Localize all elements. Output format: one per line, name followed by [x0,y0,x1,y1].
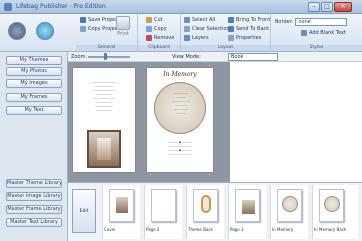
zoom-slider-track[interactable] [88,56,130,58]
layers-button[interactable]: Layers [184,35,209,41]
thumbnail-image [319,189,344,222]
add-text-icon [301,30,307,36]
border-select[interactable]: none [295,18,348,26]
scissors-icon [146,17,152,23]
layers-icon [184,35,190,41]
select-all-button[interactable]: Select All [184,17,215,23]
group-label: General [76,45,137,51]
sidebar-item-my-images[interactable]: My Images [6,79,62,88]
zoom-label: Zoom: [71,54,88,60]
border-control: Border: none [275,18,348,26]
sidebar-item-master-frame-library[interactable]: Master Frame Library [6,205,62,214]
window-title: Lifebag Publisher - Pro Edition [16,3,106,10]
remove-icon [146,35,152,41]
group-label: Styles [271,45,362,51]
copy-icon [146,26,152,32]
thumbnail-image [193,189,218,222]
view-toolbar: Zoom: View Mode: Book [68,52,362,62]
clear-selection-button[interactable]: Clear Selection [184,26,230,32]
thumbnail-cover[interactable]: Cover [102,185,140,239]
clipboard-group: Cut Copy Remove Clipboard [138,14,181,52]
send-to-back-button[interactable]: Send To Back [228,26,269,32]
view-mode-label: View Mode: [172,54,201,60]
wheel-text: ————— ——— —————— ———— ————— ——— [172,91,190,115]
thumbnail-image [151,189,176,222]
send-back-icon [228,26,234,32]
thumbnail-image [277,189,302,222]
bring-to-front-button[interactable]: Bring To Front [228,17,270,23]
properties-icon [228,35,234,41]
maximize-button[interactable]: □ [321,2,333,12]
app-icon [4,3,12,11]
printer-icon [116,16,130,30]
help-icon[interactable] [36,22,54,40]
poem-text-block[interactable]: ———————— —————— ———————— ————— ——————— ———— ——… [81,80,127,112]
memory-wheel-graphic[interactable]: ————— ——— —————— ———— ————— ——— [154,82,206,134]
thumbnail-page-3[interactable]: Page 3 [228,185,266,239]
group-label: Layout [181,45,270,51]
general-group: Save Project Copy Project Print General [76,14,138,52]
sidebar-item-my-frames[interactable]: My Frames [6,93,62,102]
thumbnail-in-memory-back[interactable]: In Memory Back [312,185,358,239]
copy-icon [80,26,86,32]
layout-group: Select All Clear Selection Layers Bring … [181,14,271,52]
left-spread: ———————— —————— ———————— ————— ——————— ———— ——… [68,62,142,182]
group-label: Clipboard [138,45,180,51]
print-button[interactable]: Print [116,16,130,37]
save-project-button[interactable]: Save Project [80,17,119,23]
view-mode-select[interactable]: Book [228,53,278,61]
cut-button[interactable]: Cut [146,17,163,23]
add-blank-text-button[interactable]: Add Blank Text [301,30,346,36]
clear-selection-icon [184,26,190,32]
bring-front-icon [228,17,234,23]
edit-pages-button[interactable]: Edit Pages [72,189,96,233]
sidebar-item-my-text[interactable]: My Text [6,106,62,115]
select-all-icon [184,17,190,23]
sidebar-item-master-theme-library[interactable]: Master Theme Library [6,179,62,188]
copy-project-button[interactable]: Copy Project [80,26,119,32]
zoom-slider-thumb[interactable] [104,53,107,60]
styles-group: Border: none Add Blank Text Styles [271,14,362,52]
minimize-button[interactable]: – [308,2,320,12]
copy-button[interactable]: Copy [146,26,167,32]
right-page[interactable]: In Memory ————— ——— —————— ———— ————— ——— ———… [147,68,213,172]
settings-globe-icon[interactable] [8,22,26,40]
sidebar-item-master-image-library[interactable]: Master Image Library [6,192,62,201]
ribbon-toolbar: Save Project Copy Project Print General … [0,14,362,52]
memory-title[interactable]: In Memory [147,71,213,78]
properties-button[interactable]: Properties [228,35,261,41]
thumbnail-in-memory[interactable]: In Memory [270,185,308,239]
verse-text-block[interactable]: ——— ◆ ——— —————— —— ——— ◆ ——— ———— ——— [155,140,205,156]
title-bar: Lifebag Publisher - Pro Edition – □ ✕ [0,0,362,14]
sidebar-item-master-text-library[interactable]: Master Text Library [6,218,62,227]
thumbnail-image [235,189,260,222]
thumbnail-theme-back[interactable]: Theme Back [186,185,224,239]
close-button[interactable]: ✕ [334,2,352,12]
sidebar-item-my-photos[interactable]: My Photos [6,67,62,76]
thumbnail-page-2[interactable]: Page 2 [144,185,182,239]
save-icon [80,17,86,23]
remove-button[interactable]: Remove [146,35,174,41]
sidebar-item-my-themes[interactable]: My Themes [6,56,62,65]
page-canvas[interactable]: ———————— —————— ———————— ————— ——————— ———— ——… [68,62,362,182]
library-sidebar: My Themes My Photos My Images My Frames … [0,52,68,241]
left-page[interactable]: ———————— —————— ———————— ————— ——————— ———— ——… [73,68,135,172]
right-spread: In Memory ————— ——— —————— ———— ————— ——— ———… [142,62,230,182]
thumbnail-image [109,189,134,222]
photo-frame[interactable] [87,130,121,168]
door-photo [97,138,111,160]
page-thumbnail-strip: Edit Pages Cover Page 2 Theme Back Page … [68,182,362,241]
